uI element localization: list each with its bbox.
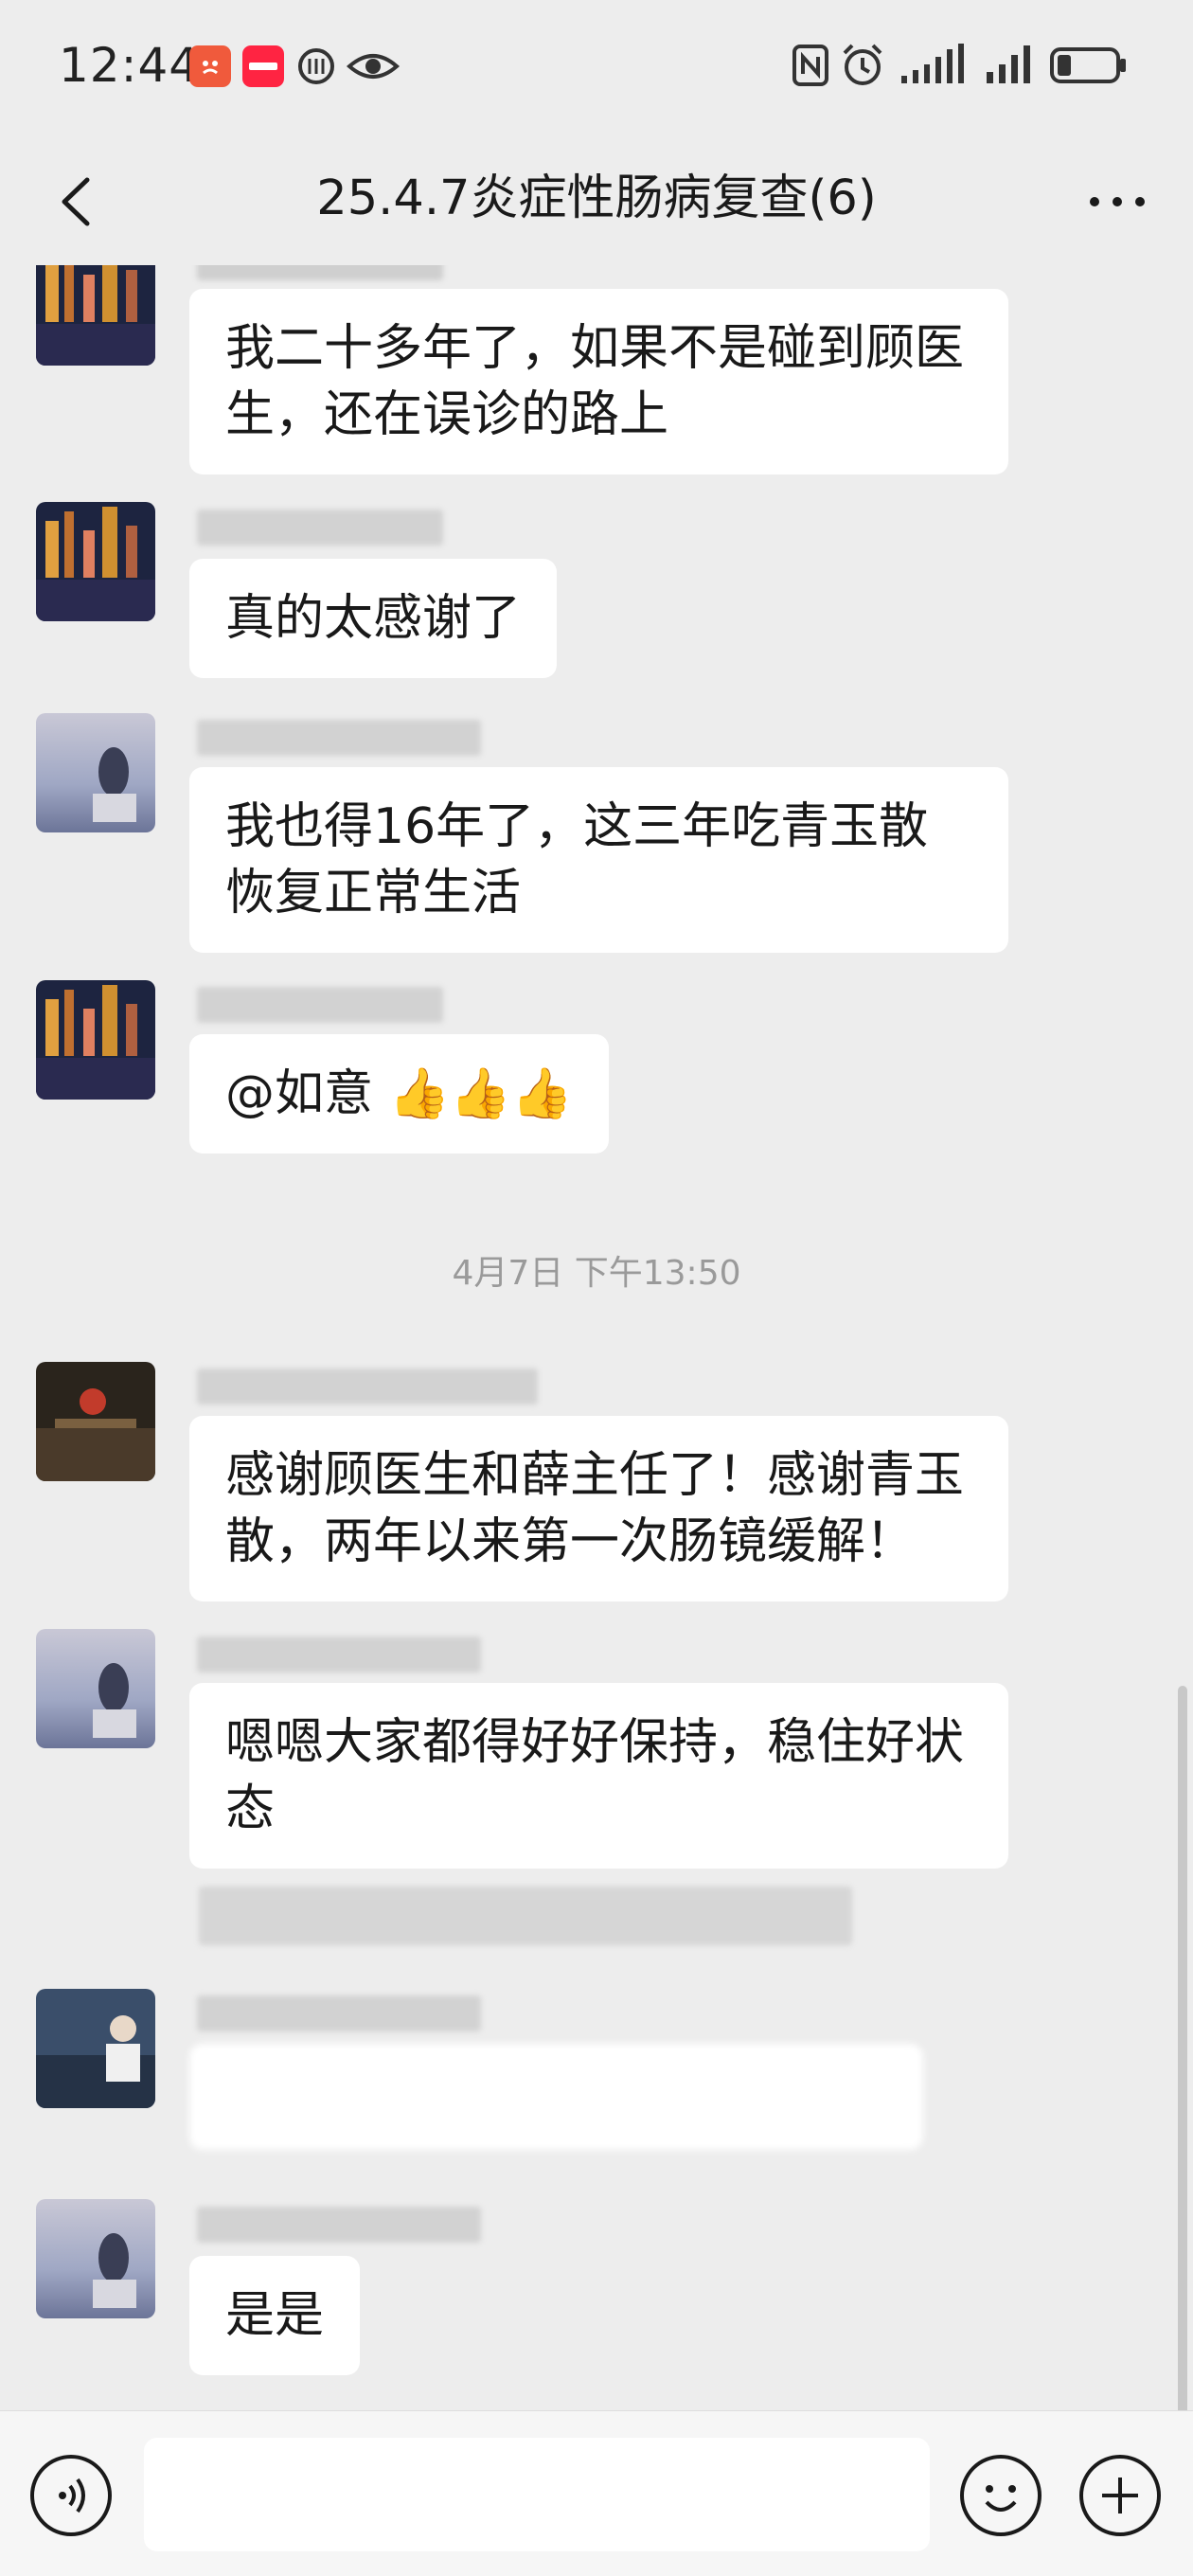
message-bubble[interactable]: 是是	[189, 2256, 361, 2375]
alarm-icon	[841, 42, 884, 93]
avatar[interactable]	[36, 713, 155, 832]
eye-icon	[345, 45, 401, 87]
more-dots-icon	[1090, 197, 1145, 206]
app-icon	[295, 45, 337, 87]
avatar[interactable]	[36, 2199, 155, 2318]
chat-header: 25.4.7炎症性肠病复查(6)	[0, 142, 1193, 265]
plus-icon	[1102, 2478, 1138, 2513]
sender-name	[197, 265, 443, 280]
message-input-bar	[0, 2410, 1193, 2576]
more-functions-button[interactable]	[1079, 2455, 1161, 2536]
message-bubble[interactable]: 感谢顾医生和薛主任了！感谢青玉散，两年以来第一次肠镜缓解！	[189, 1416, 1008, 1601]
message-bubble[interactable]: 真的太感谢了	[189, 559, 558, 678]
message-bubble-redacted[interactable]	[189, 2044, 923, 2150]
status-bar: 12:44	[0, 0, 1193, 142]
message-bubble[interactable]: 我也得16年了，这三年吃青玉散恢复正常生活	[189, 767, 1008, 953]
avatar[interactable]	[36, 980, 155, 1100]
sender-name	[197, 1368, 538, 1404]
sender-name	[197, 510, 443, 546]
sender-name	[197, 987, 443, 1023]
voice-icon	[59, 2478, 85, 2513]
back-button[interactable]	[47, 169, 114, 235]
chevron-left-icon	[62, 177, 90, 226]
smiley-icon	[985, 2485, 1017, 2512]
chat-title: 25.4.7炎症性肠病复查(6)	[316, 170, 877, 226]
message-text: @如意 👍👍👍	[225, 1065, 573, 1122]
emoji-button[interactable]	[960, 2455, 1042, 2536]
avatar[interactable]	[36, 1989, 155, 2108]
signal-icon	[985, 42, 1038, 93]
sender-name	[197, 720, 481, 756]
message-text-input[interactable]	[144, 2438, 930, 2551]
message-bubble[interactable]: 我二十多年了，如果不是碰到顾医生，还在误诊的路上	[189, 289, 1008, 474]
message-text: 嗯嗯大家都得好好保持，稳住好状态	[225, 1714, 965, 1837]
message-text: 真的太感谢了	[225, 590, 522, 647]
message-text: 我二十多年了，如果不是碰到顾医生，还在误诊的路上	[225, 320, 965, 443]
message-text: 感谢顾医生和薛主任了！感谢青玉散，两年以来第一次肠镜缓解！	[225, 1447, 965, 1570]
app-notification-icon	[189, 45, 231, 87]
nfc-icon	[792, 42, 829, 93]
avatar[interactable]	[36, 1362, 155, 1481]
status-time: 12:44	[59, 38, 201, 93]
avatar[interactable]	[36, 265, 155, 366]
message-text: 我也得16年了，这三年吃青玉散恢复正常生活	[225, 798, 929, 921]
scrollbar[interactable]	[1178, 1686, 1187, 2410]
sender-name	[197, 2207, 481, 2243]
battery-icon	[1049, 42, 1129, 93]
avatar[interactable]	[36, 1629, 155, 1748]
xiaohongshu-icon	[242, 45, 284, 87]
message-bubble[interactable]: @如意 👍👍👍	[189, 1034, 609, 1154]
chat-message-list[interactable]: 我二十多年了，如果不是碰到顾医生，还在误诊的路上 真的太感谢了 我也得16年了，…	[0, 265, 1193, 2410]
voice-input-button[interactable]	[30, 2455, 112, 2536]
sender-name	[197, 1995, 481, 2031]
more-options-button[interactable]	[1079, 169, 1155, 235]
system-notice-redacted	[199, 1887, 852, 1945]
signal-icon	[899, 42, 970, 93]
message-bubble[interactable]: 嗯嗯大家都得好好保持，稳住好状态	[189, 1683, 1008, 1869]
message-text: 是是	[225, 2287, 325, 2344]
sender-name	[197, 1637, 481, 1673]
message-timestamp: 4月7日 下午13:50	[452, 1254, 741, 1293]
avatar[interactable]	[36, 502, 155, 621]
